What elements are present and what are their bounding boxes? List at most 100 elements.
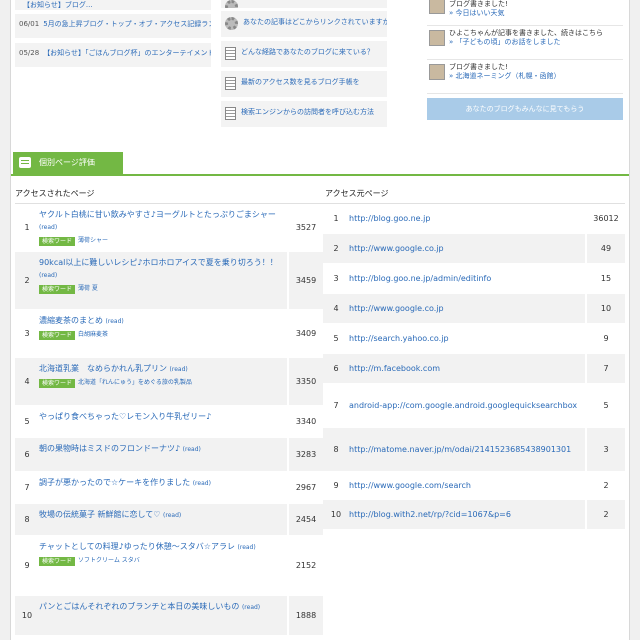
page-cell: 朝の果物時はミスドのフロンドーナツ♪ (read) (39, 438, 287, 471)
help-label[interactable]: あなたの記事はどこからリンクされていますか？ (243, 17, 387, 27)
read-link[interactable]: (read) (238, 544, 256, 551)
rank-number: 8 (24, 515, 30, 524)
referrer-pages-title: アクセス元ページ (325, 189, 389, 198)
rank-number: 9 (333, 481, 339, 490)
read-link[interactable]: (read) (39, 224, 57, 231)
read-link[interactable]: (read) (193, 480, 211, 487)
page-link[interactable]: パンとごはんそれぞれのブランチと本日の美味しいもの (39, 602, 239, 611)
referrer-link[interactable]: http://www.google.co.jp (349, 243, 444, 255)
friend-update: ブログ書きました!» 北海道ネーミング（札幌・函館） (427, 60, 623, 94)
referrer-cell: http://blog.goo.ne.jp/admin/editinfo (349, 264, 585, 293)
help-item[interactable] (221, 0, 387, 8)
referrer-link[interactable]: http://www.google.com/search (349, 480, 471, 492)
news-item[interactable]: 05/28 【お知らせ】「ごほんブログ杯」のエンターテイメント... (15, 43, 211, 67)
news-title[interactable]: 5月の急上昇ブログ・トップ・オブ・アクセス記録ランキング (43, 20, 211, 28)
page-link[interactable]: 牧場の伝統菓子 新鮮館に恋して♡ (39, 510, 160, 519)
table-row: 5 やっぱり食べちゃった♡レモン入り牛乳ゼリー♪ 3340 (15, 406, 323, 438)
friend-update: ブログ書きました!» 今日はいい天気 (427, 0, 623, 26)
news-item[interactable]: 【お知らせ】ブログ... (15, 0, 211, 10)
access-count: 3527 (287, 204, 323, 251)
accessed-pages-title: アクセスされたページ (15, 189, 95, 198)
access-count: 2152 (287, 536, 323, 595)
referrer-link[interactable]: http://blog.goo.ne.jp (349, 213, 430, 225)
access-count: 3283 (287, 438, 323, 471)
rank-number: 7 (24, 483, 30, 492)
table-row: 3 http://blog.goo.ne.jp/admin/editinfo 15 (323, 264, 625, 294)
read-link[interactable]: (read) (163, 512, 181, 519)
table-row: 2 http://www.google.co.jp 49 (323, 234, 625, 264)
referrer-link[interactable]: http://blog.with2.net/rp/?cid=1067&p=6 (349, 509, 511, 521)
friend-post-link[interactable]: » 今日はいい天気 (449, 9, 623, 18)
document-icon (225, 47, 236, 60)
page-cell: 調子が悪かったので☆ケーキを作りました (read) (39, 472, 287, 503)
referrer-link[interactable]: http://www.google.co.jp (349, 303, 444, 315)
referrer-link[interactable]: http://blog.goo.ne.jp/admin/editinfo (349, 273, 491, 285)
help-label[interactable]: 最新のアクセス数を見るブログ手帳を (241, 77, 360, 87)
table-row: 8 http://matome.naver.jp/m/odai/214152368… (323, 428, 625, 472)
referrer-link[interactable]: android-app://com.google.android.googleq… (349, 400, 577, 412)
help-label[interactable]: どんな経路であなたのブログに来ている？ (241, 47, 374, 57)
page-cell: パンとごはんそれぞれのブランチと本日の美味しいもの (read) (39, 596, 287, 635)
referrer-count: 9 (585, 324, 625, 353)
page-link[interactable]: やっぱり食べちゃった♡レモン入り牛乳ゼリー♪ (39, 412, 211, 421)
rank-number: 8 (333, 445, 339, 454)
read-link[interactable]: (read) (242, 604, 260, 611)
accessed-pages-table: 1 ヤクルト白桃に甘い飲みやすさ♪ヨーグルトとたっぷりごまシャー (read) 検索… (15, 203, 323, 636)
page-link[interactable]: チャットとしての料理♪ゆったり休憩～スタバ☆アラレ (39, 542, 235, 551)
read-link[interactable]: (read) (106, 318, 124, 325)
news-date: 05/28 (19, 49, 40, 57)
referrer-link[interactable]: http://search.yahoo.co.jp (349, 333, 449, 345)
help-item[interactable]: 最新のアクセス数を見るブログ手帳を (221, 71, 387, 97)
table-row: 1 http://blog.goo.ne.jp 36012 (323, 204, 625, 234)
page-cell: 北海道乳業 なめらかれん乳プリン (read) 検索ワード 北海道「れんにゅう」をめ… (39, 358, 287, 405)
help-label[interactable]: 検索エンジンからの訪問者を呼び込む方法 (241, 107, 374, 117)
friend-post-link[interactable]: » 北海道ネーミング（札幌・函館） (449, 72, 623, 81)
referrer-count: 10 (585, 294, 625, 323)
table-row: 10 パンとごはんそれぞれのブランチと本日の美味しいもの (read) 1888 (15, 596, 323, 636)
page-link[interactable]: 北海道乳業 なめらかれん乳プリン (39, 364, 167, 373)
keyword-text[interactable]: 白胡麻麦茶 (78, 329, 108, 341)
keyword-text[interactable]: 薄荷 夏 (78, 283, 98, 295)
friend-message: ブログ書きました! (449, 63, 508, 71)
promote-blog-button[interactable]: あなたのブログもみんなに見てもらう (427, 98, 623, 120)
page-cell: 濃縮麦茶のまとめ (read) 検索ワード 白胡麻麦茶 (39, 310, 287, 357)
news-item[interactable]: 06/015月の急上昇ブログ・トップ・オブ・アクセス記録ランキング (15, 14, 211, 38)
page-link[interactable]: 濃縮麦茶のまとめ (39, 316, 103, 325)
read-link[interactable]: (read) (183, 446, 201, 453)
rank-number: 5 (333, 334, 339, 343)
avatar[interactable] (429, 30, 445, 46)
keyword-text[interactable]: 薄荷シャー (78, 235, 108, 247)
friend-post-link[interactable]: » 「子どもの頃」のお話をしました (449, 38, 623, 47)
keyword-line: 検索ワード 白胡麻麦茶 (39, 329, 283, 341)
help-item[interactable]: あなたの記事はどこからリンクされていますか？ (221, 11, 387, 37)
referrer-link[interactable]: http://matome.naver.jp/m/odai/2141523685… (349, 444, 571, 456)
page-cell: ヤクルト白桃に甘い飲みやすさ♪ヨーグルトとたっぷりごまシャー (read) 検索ワ… (39, 204, 287, 251)
rank-number: 2 (333, 244, 339, 253)
table-row: 2 90kcal以上に難しいレシピ♪ホロホロアイスで夏を乗り切ろう！！ (read… (15, 252, 323, 310)
keyword-text[interactable]: ソフトクリーム スタバ (78, 555, 140, 567)
rank-number: 4 (333, 304, 339, 313)
help-item[interactable]: 検索エンジンからの訪問者を呼び込む方法 (221, 101, 387, 127)
friend-updates: ブログ書きました!» 今日はいい天気 ひよこちゃんが記事を書きました、続きはこち… (427, 0, 623, 120)
keyword-badge: 検索ワード (39, 330, 76, 340)
referrer-count: 7 (585, 354, 625, 383)
help-item[interactable]: どんな経路であなたのブログに来ている？ (221, 41, 387, 67)
table-row: 9 http://www.google.com/search 2 (323, 472, 625, 500)
keyword-text[interactable]: 北海道「れんにゅう」をめぐる旅の乳製品 (78, 377, 192, 389)
read-link[interactable]: (read) (39, 272, 57, 279)
avatar[interactable] (429, 0, 445, 14)
news-title[interactable]: 【お知らせ】ブログ... (23, 1, 93, 9)
rank-number: 1 (24, 223, 30, 232)
avatar[interactable] (429, 64, 445, 80)
page-link[interactable]: 調子が悪かったので☆ケーキを作りました (39, 478, 190, 487)
page-link[interactable]: 朝の果物時はミスドのフロンドーナツ♪ (39, 444, 180, 453)
referrer-count: 49 (585, 234, 625, 263)
referrer-count: 15 (585, 264, 625, 293)
news-title[interactable]: 【お知らせ】「ごほんブログ杯」のエンターテイメント... (43, 49, 211, 57)
page-link[interactable]: 90kcal以上に難しいレシピ♪ホロホロアイスで夏を乗り切ろう！！ (39, 258, 278, 267)
referrer-link[interactable]: http://m.facebook.com (349, 363, 440, 375)
rank-number: 3 (24, 329, 30, 338)
read-link[interactable]: (read) (170, 366, 188, 373)
page-link[interactable]: ヤクルト白桃に甘い飲みやすさ♪ヨーグルトとたっぷりごまシャー (39, 210, 276, 219)
keyword-badge: 検索ワード (39, 236, 76, 246)
